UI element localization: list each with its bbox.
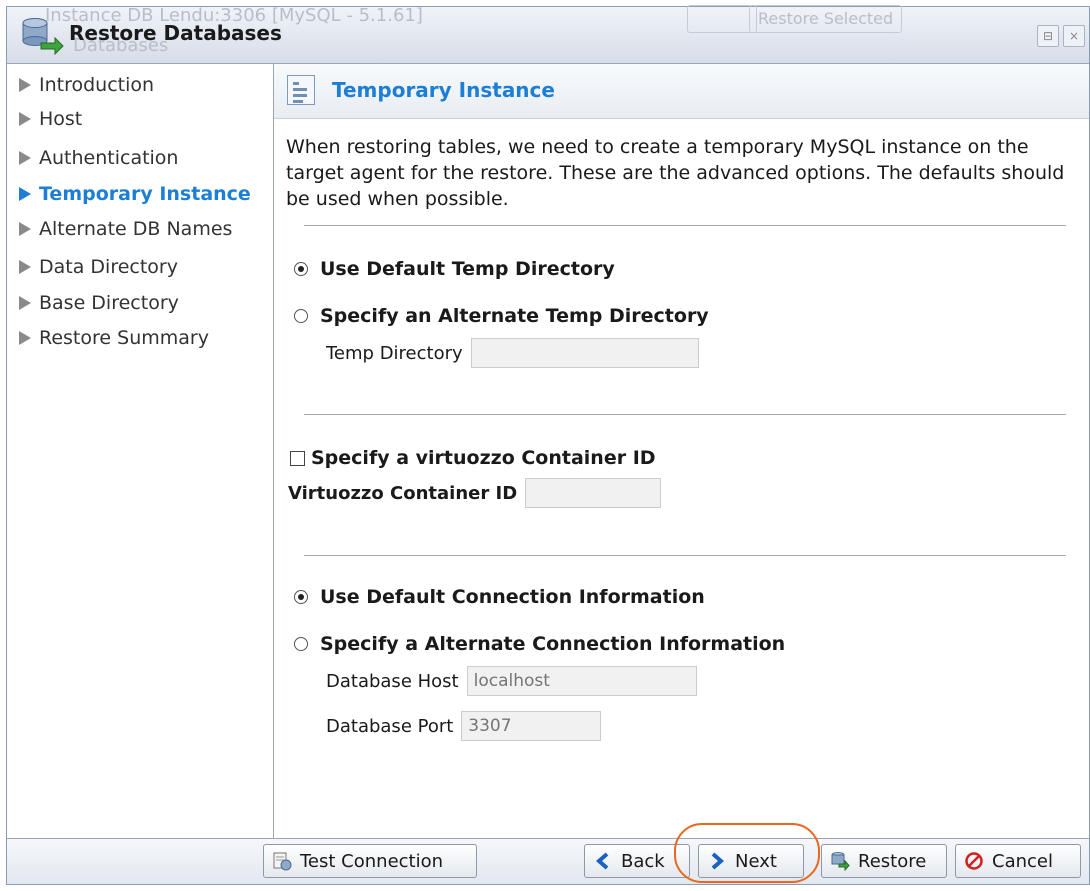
document-list-icon <box>287 75 315 105</box>
nav-item-temporary-instance[interactable]: Temporary Instance <box>19 179 251 209</box>
radio-label: Use Default Connection Information <box>320 586 705 608</box>
radio-label: Use Default Temp Directory <box>320 258 615 280</box>
database-host-label: Database Host <box>326 670 459 692</box>
radio-label: Specify a Alternate Connection Informati… <box>320 633 786 655</box>
title-bar[interactable]: Instance DB Lendu:3306 [MySQL - 5.1.61] … <box>7 5 1089 64</box>
panel-header: Temporary Instance <box>274 64 1089 119</box>
button-label: Back <box>621 850 665 872</box>
restore-databases-window: Instance DB Lendu:3306 [MySQL - 5.1.61] … <box>6 5 1090 885</box>
wizard-footer: Test Connection Back Next Restore Cancel <box>7 838 1089 884</box>
close-icon[interactable]: × <box>1063 25 1085 47</box>
temp-directory-label: Temp Directory <box>326 342 463 364</box>
specify-container-id-checkbox[interactable]: Specify a virtuozzo Container ID <box>290 447 656 469</box>
nav-item-host[interactable]: Host <box>19 104 82 134</box>
back-button[interactable]: Back <box>584 844 690 878</box>
triangle-right-icon <box>19 78 31 92</box>
triangle-right-icon <box>19 151 31 165</box>
panel-description: When restoring tables, we need to create… <box>286 136 1065 210</box>
temp-directory-row: Temp Directory <box>326 338 699 368</box>
triangle-right-icon <box>19 296 31 310</box>
nav-item-label: Authentication <box>39 147 179 169</box>
nav-item-label: Data Directory <box>39 256 178 278</box>
cancel-icon <box>965 852 983 870</box>
button-label: Restore <box>858 850 927 872</box>
temporary-instance-panel: Temporary Instance When restoring tables… <box>274 64 1089 840</box>
use-default-connection-radio[interactable]: Use Default Connection Information <box>294 586 705 608</box>
radio-unselected-icon <box>294 637 308 651</box>
cancel-button[interactable]: Cancel <box>955 844 1081 878</box>
connection-test-icon <box>273 852 292 871</box>
specify-alternate-connection-radio[interactable]: Specify a Alternate Connection Informati… <box>294 633 785 655</box>
wizard-steps-nav: Introduction Host Authentication Tempora… <box>7 64 274 840</box>
triangle-right-icon <box>19 260 31 274</box>
database-host-input[interactable] <box>466 666 697 696</box>
database-host-row: Database Host <box>326 666 697 696</box>
button-label: Cancel <box>992 850 1053 872</box>
nav-item-authentication[interactable]: Authentication <box>19 143 178 173</box>
checkbox-label: Specify a virtuozzo Container ID <box>311 447 656 469</box>
title-tools: ⊟ × <box>1037 25 1085 47</box>
nav-item-alternate-db-names[interactable]: Alternate DB Names <box>19 214 232 244</box>
chevron-left-icon <box>595 852 609 870</box>
database-restore-icon <box>22 18 64 55</box>
database-port-input[interactable] <box>461 711 602 741</box>
use-default-temp-directory-radio[interactable]: Use Default Temp Directory <box>294 258 615 280</box>
nav-item-label: Host <box>39 108 83 130</box>
database-port-label: Database Port <box>326 715 454 737</box>
container-id-input[interactable] <box>525 478 662 508</box>
button-label: Next <box>735 850 777 872</box>
test-connection-button[interactable]: Test Connection <box>263 844 477 878</box>
chevron-right-icon <box>711 852 725 870</box>
container-id-row: Virtuozzo Container ID <box>288 478 662 508</box>
restore-button[interactable]: Restore <box>821 844 947 878</box>
triangle-right-icon <box>19 331 31 345</box>
divider <box>304 225 1066 226</box>
nav-item-base-directory[interactable]: Base Directory <box>19 288 179 318</box>
database-port-row: Database Port <box>326 711 602 741</box>
checkbox-unchecked-icon <box>290 450 305 466</box>
divider <box>304 555 1066 556</box>
window-title: Restore Databases <box>69 21 282 45</box>
triangle-right-icon <box>19 187 31 201</box>
nav-item-data-directory[interactable]: Data Directory <box>19 252 178 282</box>
radio-unselected-icon <box>294 309 308 323</box>
restore-window-icon[interactable]: ⊟ <box>1037 25 1059 47</box>
nav-item-introduction[interactable]: Introduction <box>19 70 154 100</box>
nav-item-label: Base Directory <box>39 292 179 314</box>
radio-selected-icon <box>294 262 308 276</box>
next-button[interactable]: Next <box>698 844 804 878</box>
background-restore-selected-button: Restore Selected <box>749 5 903 33</box>
nav-item-label: Restore Summary <box>39 327 209 349</box>
radio-selected-icon <box>294 590 308 604</box>
temp-directory-input[interactable] <box>470 338 699 368</box>
radio-label: Specify an Alternate Temp Directory <box>320 305 709 327</box>
background-button <box>687 5 757 33</box>
divider <box>304 414 1066 415</box>
panel-title: Temporary Instance <box>332 78 555 102</box>
button-label: Test Connection <box>300 850 444 872</box>
database-restore-icon <box>831 852 850 871</box>
nav-item-label: Temporary Instance <box>39 183 251 205</box>
nav-item-restore-summary[interactable]: Restore Summary <box>19 323 209 353</box>
specify-alternate-temp-directory-radio[interactable]: Specify an Alternate Temp Directory <box>294 305 709 327</box>
container-id-label: Virtuozzo Container ID <box>288 482 518 504</box>
nav-item-label: Introduction <box>39 74 155 96</box>
nav-item-label: Alternate DB Names <box>39 218 233 240</box>
triangle-right-icon <box>19 222 31 236</box>
triangle-right-icon <box>19 112 31 126</box>
